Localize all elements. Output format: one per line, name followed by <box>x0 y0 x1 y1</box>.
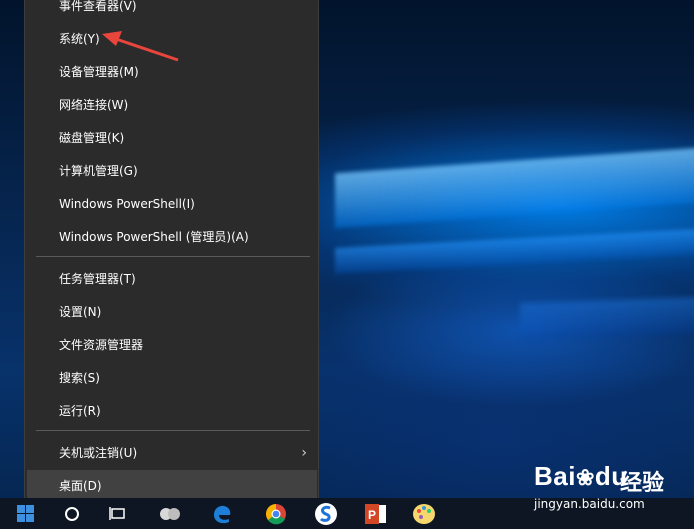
winx-context-menu: 事件查看器(V) 系统(Y) 设备管理器(M) 网络连接(W) 磁盘管理(K) … <box>24 0 319 506</box>
chrome-browser-icon[interactable] <box>262 500 290 528</box>
menu-item-search[interactable]: 搜索(S) <box>35 362 315 395</box>
menu-item-settings[interactable]: 设置(N) <box>35 296 315 329</box>
menu-item-network-connections[interactable]: 网络连接(W) <box>35 89 315 122</box>
menu-item-powershell-admin[interactable]: Windows PowerShell (管理员)(A) <box>35 221 315 254</box>
menu-item-run[interactable]: 运行(R) <box>35 395 315 428</box>
menu-item-shutdown-signout[interactable]: 关机或注销(U) › <box>35 437 315 470</box>
menu-item-file-explorer[interactable]: 文件资源管理器 <box>35 329 315 362</box>
windows-start-icon[interactable] <box>12 500 40 528</box>
menu-item-computer-management[interactable]: 计算机管理(G) <box>35 155 315 188</box>
powerpoint-icon[interactable]: P <box>362 500 390 528</box>
menu-item-event-viewer[interactable]: 事件查看器(V) <box>35 0 315 23</box>
watermark-cn: 经验 <box>620 471 665 496</box>
people-icon[interactable] <box>156 500 184 528</box>
chevron-right-icon: › <box>301 445 307 461</box>
baidu-jingyan-watermark: Bai❀du 经验 jingyan.baidu.com <box>534 455 694 515</box>
cortana-search-icon[interactable] <box>58 500 86 528</box>
watermark-url: jingyan.baidu.com <box>534 497 645 511</box>
menu-divider <box>36 256 310 257</box>
sogou-icon[interactable] <box>312 500 340 528</box>
watermark-brand: Bai❀du <box>534 461 628 491</box>
menu-item-powershell[interactable]: Windows PowerShell(I) <box>35 188 315 221</box>
menu-item-disk-management[interactable]: 磁盘管理(K) <box>35 122 315 155</box>
task-view-icon[interactable] <box>104 500 132 528</box>
edge-browser-icon[interactable] <box>208 500 236 528</box>
menu-item-task-manager[interactable]: 任务管理器(T) <box>35 263 315 296</box>
wallpaper-light-beam <box>520 296 694 340</box>
svg-text:P: P <box>368 508 376 522</box>
paw-icon: ❀ <box>575 465 595 490</box>
paint-icon[interactable] <box>410 500 438 528</box>
menu-divider <box>36 430 310 431</box>
menu-item-label: 关机或注销(U) <box>59 446 138 460</box>
red-arrow-annotation <box>102 31 179 62</box>
